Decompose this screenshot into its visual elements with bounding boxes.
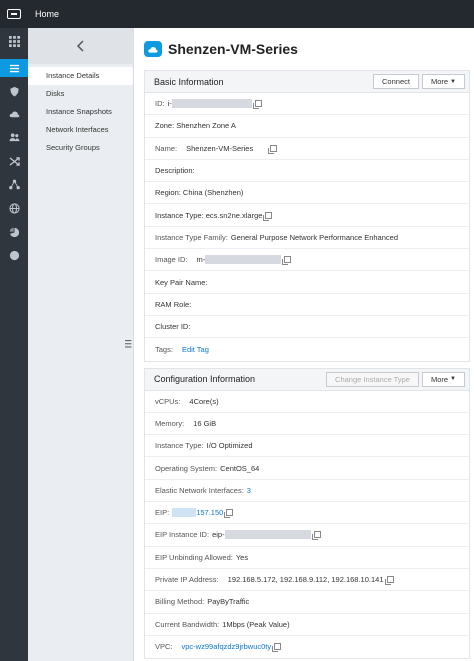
row-key-pair: Key Pair Name: <box>145 271 469 294</box>
row-eip: EIP: 157.150 <box>145 502 469 525</box>
row-image-id: Image ID: m- <box>145 249 469 272</box>
caret-down-icon: ▼ <box>450 376 456 383</box>
row-vcpus: vCPUs: 4Core(s) <box>145 391 469 413</box>
home-link[interactable]: Home <box>35 9 59 19</box>
basic-info-panel: Basic Information Connect More ▼ ID: i- Zo… <box>144 70 470 362</box>
copy-icon[interactable] <box>311 531 321 541</box>
row-region: Region: China (Shenzhen) <box>145 182 469 205</box>
row-billing: Billing Method: PayByTraffic <box>145 591 469 614</box>
edit-name-icon[interactable] <box>268 144 278 154</box>
eni-count-link[interactable]: 3 <box>247 486 251 495</box>
masked-image-id <box>205 255 282 265</box>
copy-icon[interactable] <box>263 211 273 221</box>
globe-icon <box>8 202 20 214</box>
basic-info-title: Basic Information <box>154 76 224 87</box>
config-info-panel: Configuration Information Change Instanc… <box>144 367 470 660</box>
connect-button[interactable]: Connect <box>373 74 419 89</box>
main-content: Shenzen-VM-Series Basic Information Conn… <box>134 28 474 661</box>
rail-shuffle[interactable] <box>0 152 28 170</box>
cloud-icon <box>9 111 19 117</box>
row-private-ip: Private IP Address: 192.168.5.172, 192.16… <box>145 569 469 592</box>
row-vpc: VPC: vpc-wz99afqzdz9jrbwuc0ty <box>145 636 469 658</box>
sidebar-item-instance-snapshots[interactable]: Instance Snapshots <box>28 103 133 121</box>
row-os: Operating System: CentOS_64 <box>145 457 469 480</box>
console-logo[interactable] <box>0 0 28 28</box>
copy-icon[interactable] <box>224 509 234 519</box>
row-memory: Memory: 16 GiB <box>145 413 469 436</box>
config-more-button[interactable]: More ▼ <box>421 371 465 387</box>
more-label: More <box>430 374 449 384</box>
vpc-link[interactable]: vpc-wz99afqzdz9jrbwuc0ty <box>182 642 272 651</box>
copy-icon[interactable] <box>272 643 282 653</box>
people-icon <box>8 132 20 141</box>
row-io-type: Instance Type: I/O Optimized <box>145 435 469 458</box>
shield-icon <box>9 86 19 97</box>
grid-icon <box>8 35 20 47</box>
page-header: Shenzen-VM-Series <box>134 28 474 70</box>
sidebar-item-security-groups[interactable]: Security Groups <box>28 139 133 157</box>
rail-list[interactable] <box>0 59 28 77</box>
row-description: Description: <box>145 160 469 183</box>
rail-network[interactable] <box>0 175 28 193</box>
config-info-title: Configuration Information <box>154 374 256 385</box>
change-instance-type-button[interactable]: Change Instance Type <box>326 371 419 387</box>
row-bandwidth: Current Bandwidth: 1Mbps (Peak Value) <box>145 614 469 636</box>
basic-more-button[interactable]: More ▼ <box>421 74 465 89</box>
eip-link[interactable]: 157.150 <box>196 508 223 517</box>
copy-icon[interactable] <box>384 576 394 586</box>
icon-rail <box>0 28 28 661</box>
row-cluster: Cluster ID: <box>145 316 469 339</box>
circle-icon <box>9 250 19 260</box>
sidebar-item-instance-details[interactable]: Instance Details <box>28 67 133 85</box>
copy-icon[interactable] <box>252 100 262 110</box>
chevron-left-icon <box>76 40 84 52</box>
row-eip-id: EIP Instance ID: eip- <box>145 524 469 547</box>
sidebar-item-disks[interactable]: Disks <box>28 85 133 103</box>
row-instance-type: Instance Type: ecs.sn2ne.xlarge <box>145 204 469 227</box>
page-title: Shenzen-VM-Series <box>168 41 298 57</box>
row-type-family: Instance Type Family: General Purpose Net… <box>145 227 469 250</box>
edit-tag-link[interactable]: Edit Tag <box>182 345 209 354</box>
rail-cloud[interactable] <box>0 105 28 123</box>
sidebar-item-network-interfaces[interactable]: Network Interfaces <box>28 121 133 139</box>
row-ram-role: RAM Role: <box>145 294 469 316</box>
row-zone: Zone: Shenzhen Zone A <box>145 115 469 138</box>
masked-eip <box>172 508 197 518</box>
masked-eip-id <box>224 530 311 540</box>
rail-grid[interactable] <box>0 32 28 50</box>
logo-icon <box>7 9 21 19</box>
top-bar: Home <box>0 0 474 28</box>
collapse-icon <box>125 340 132 348</box>
sidebar: Instance Details Disks Instance Snapshot… <box>28 28 134 661</box>
row-eni: Elastic Network Interfaces: 3 <box>145 480 469 503</box>
row-eip-unbinding: EIP Unbinding Allowed: Yes <box>145 547 469 569</box>
row-name: Name: Shenzen-VM-Series <box>145 138 469 160</box>
config-info-header: Configuration Information Change Instanc… <box>145 368 469 391</box>
instance-cloud-icon <box>144 41 162 57</box>
row-tags: Tags: Edit Tag <box>155 344 209 354</box>
rail-circle[interactable] <box>0 246 28 264</box>
rail-people[interactable] <box>0 128 28 146</box>
list-icon <box>9 64 19 72</box>
rail-chart[interactable] <box>0 223 28 241</box>
copy-icon[interactable] <box>282 256 292 266</box>
basic-info-header: Basic Information Connect More ▼ <box>145 71 469 93</box>
shuffle-icon <box>9 156 20 166</box>
rail-globe[interactable] <box>0 199 28 217</box>
network-icon <box>8 179 20 189</box>
masked-id <box>171 99 252 109</box>
caret-down-icon: ▼ <box>450 78 456 85</box>
back-button[interactable] <box>28 28 133 64</box>
collapse-handle[interactable] <box>124 338 134 350</box>
row-id: ID: i- <box>145 93 469 116</box>
rail-shield[interactable] <box>0 82 28 100</box>
chart-icon <box>9 227 19 237</box>
more-label: More <box>430 77 449 86</box>
